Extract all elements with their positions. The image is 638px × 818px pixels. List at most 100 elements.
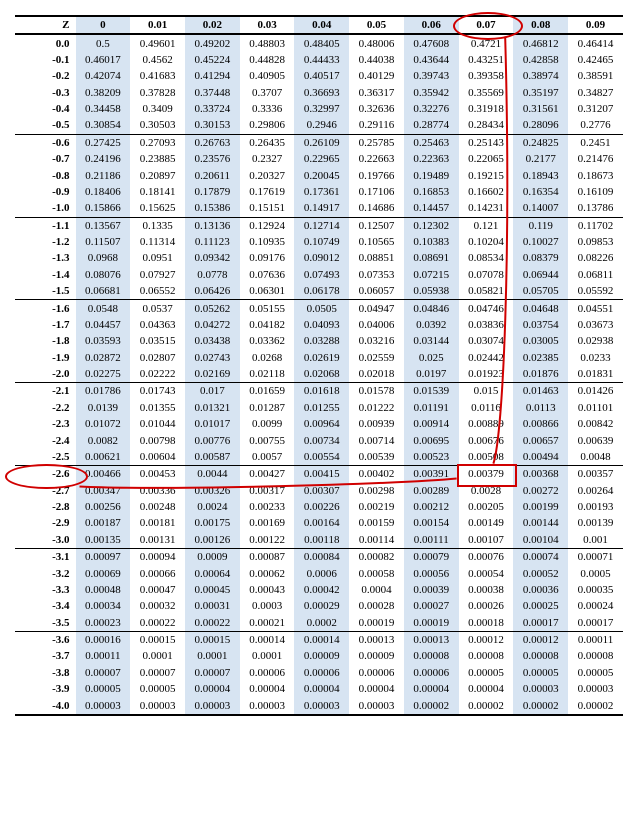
- cell: 0.04272: [185, 317, 240, 333]
- cell: 0.5: [76, 34, 131, 51]
- cell: 0.00587: [185, 449, 240, 466]
- col-header-0p08: 0.08: [513, 16, 568, 34]
- cell: 0.05592: [568, 283, 623, 300]
- cell: 0.04551: [568, 300, 623, 317]
- cell: 0.0004: [349, 582, 404, 598]
- cell: 0.31918: [459, 101, 514, 117]
- cell: 0.00639: [568, 432, 623, 448]
- cell: 0.00004: [240, 681, 295, 697]
- cell: 0.07927: [130, 267, 185, 283]
- cell: 0.01017: [185, 416, 240, 432]
- cell: 0.00002: [459, 697, 514, 714]
- cell: 0.01222: [349, 400, 404, 416]
- cell: 0.00866: [513, 416, 568, 432]
- cell: 0.00015: [185, 631, 240, 648]
- cell: 0.017: [185, 383, 240, 400]
- cell: 0.00379: [459, 466, 514, 483]
- cell: 0.00038: [459, 582, 514, 598]
- cell: 0.14007: [513, 200, 568, 217]
- row-header--0.6: -0.6: [15, 134, 76, 151]
- cell: 0.44828: [240, 52, 295, 68]
- cell: 0.01463: [513, 383, 568, 400]
- cell: 0.11123: [185, 234, 240, 250]
- cell: 0.00003: [349, 697, 404, 714]
- cell: 0.00004: [404, 681, 459, 697]
- cell: 0.00022: [185, 615, 240, 632]
- row-header--4.0: -4.0: [15, 697, 76, 714]
- cell: 0.00169: [240, 515, 295, 531]
- col-header-0p03: 0.03: [240, 16, 295, 34]
- cell: 0.29806: [240, 117, 295, 134]
- cell: 0.00066: [130, 565, 185, 581]
- cell: 0.23885: [130, 151, 185, 167]
- cell: 0.02169: [185, 366, 240, 383]
- cell: 0.00676: [459, 432, 514, 448]
- cell: 0.48803: [240, 34, 295, 51]
- cell: 0.03836: [459, 317, 514, 333]
- cell: 0.10027: [513, 234, 568, 250]
- cell: 0.06301: [240, 283, 295, 300]
- cell: 0.015: [459, 383, 514, 400]
- cell: 0.00164: [294, 515, 349, 531]
- cell: 0.00023: [76, 615, 131, 632]
- cell: 0.31207: [568, 101, 623, 117]
- row-header--0.2: -0.2: [15, 68, 76, 84]
- cell: 0.00006: [240, 665, 295, 681]
- cell: 0.01287: [240, 400, 295, 416]
- cell: 0.00964: [294, 416, 349, 432]
- cell: 0.02068: [294, 366, 349, 383]
- cell: 0.0001: [130, 648, 185, 664]
- row-header--2.8: -2.8: [15, 499, 76, 515]
- row-header--1.0: -1.0: [15, 200, 76, 217]
- cell: 0.00045: [185, 582, 240, 598]
- cell: 0.00032: [130, 598, 185, 614]
- cell: 0.32276: [404, 101, 459, 117]
- cell: 0.01876: [513, 366, 568, 383]
- cell: 0.18673: [568, 167, 623, 183]
- cell: 0.00734: [294, 432, 349, 448]
- row-header--3.1: -3.1: [15, 549, 76, 566]
- cell: 0.00289: [404, 483, 459, 499]
- cell: 0.0951: [130, 250, 185, 266]
- cell: 0.00036: [513, 582, 568, 598]
- cell: 0.18943: [513, 167, 568, 183]
- cell: 0.00347: [76, 483, 131, 499]
- cell: 0.00114: [349, 532, 404, 549]
- cell: 0.00776: [185, 432, 240, 448]
- cell: 0.21476: [568, 151, 623, 167]
- cell: 0.04846: [404, 300, 459, 317]
- cell: 0.00013: [349, 631, 404, 648]
- cell: 0.07215: [404, 267, 459, 283]
- cell: 0.00003: [185, 697, 240, 714]
- cell: 0.00007: [185, 665, 240, 681]
- cell: 0.06178: [294, 283, 349, 300]
- cell: 0.12924: [240, 217, 295, 234]
- cell: 0.37448: [185, 85, 240, 101]
- cell: 0.00071: [568, 549, 623, 566]
- cell: 0.11314: [130, 234, 185, 250]
- cell: 0.34458: [76, 101, 131, 117]
- cell: 0.48006: [349, 34, 404, 51]
- cell: 0.06552: [130, 283, 185, 300]
- cell: 0.22065: [459, 151, 514, 167]
- cell: 0.02743: [185, 350, 240, 366]
- cell: 0.05938: [404, 283, 459, 300]
- cell: 0.02559: [349, 350, 404, 366]
- cell: 0.2451: [568, 134, 623, 151]
- cell: 0.00007: [76, 665, 131, 681]
- cell: 0.16109: [568, 184, 623, 200]
- cell: 0.31561: [513, 101, 568, 117]
- cell: 0.00042: [294, 582, 349, 598]
- cell: 0.00193: [568, 499, 623, 515]
- cell: 0.10565: [349, 234, 404, 250]
- col-header-0p01: 0.01: [130, 16, 185, 34]
- cell: 0.00003: [76, 697, 131, 714]
- row-header--1.7: -1.7: [15, 317, 76, 333]
- cell: 0.00008: [459, 648, 514, 664]
- cell: 0.28434: [459, 117, 514, 134]
- cell: 0.37828: [130, 85, 185, 101]
- cell: 0.00034: [76, 598, 131, 614]
- cell: 0.2776: [568, 117, 623, 134]
- cell: 0.00008: [513, 648, 568, 664]
- cell: 0.00272: [513, 483, 568, 499]
